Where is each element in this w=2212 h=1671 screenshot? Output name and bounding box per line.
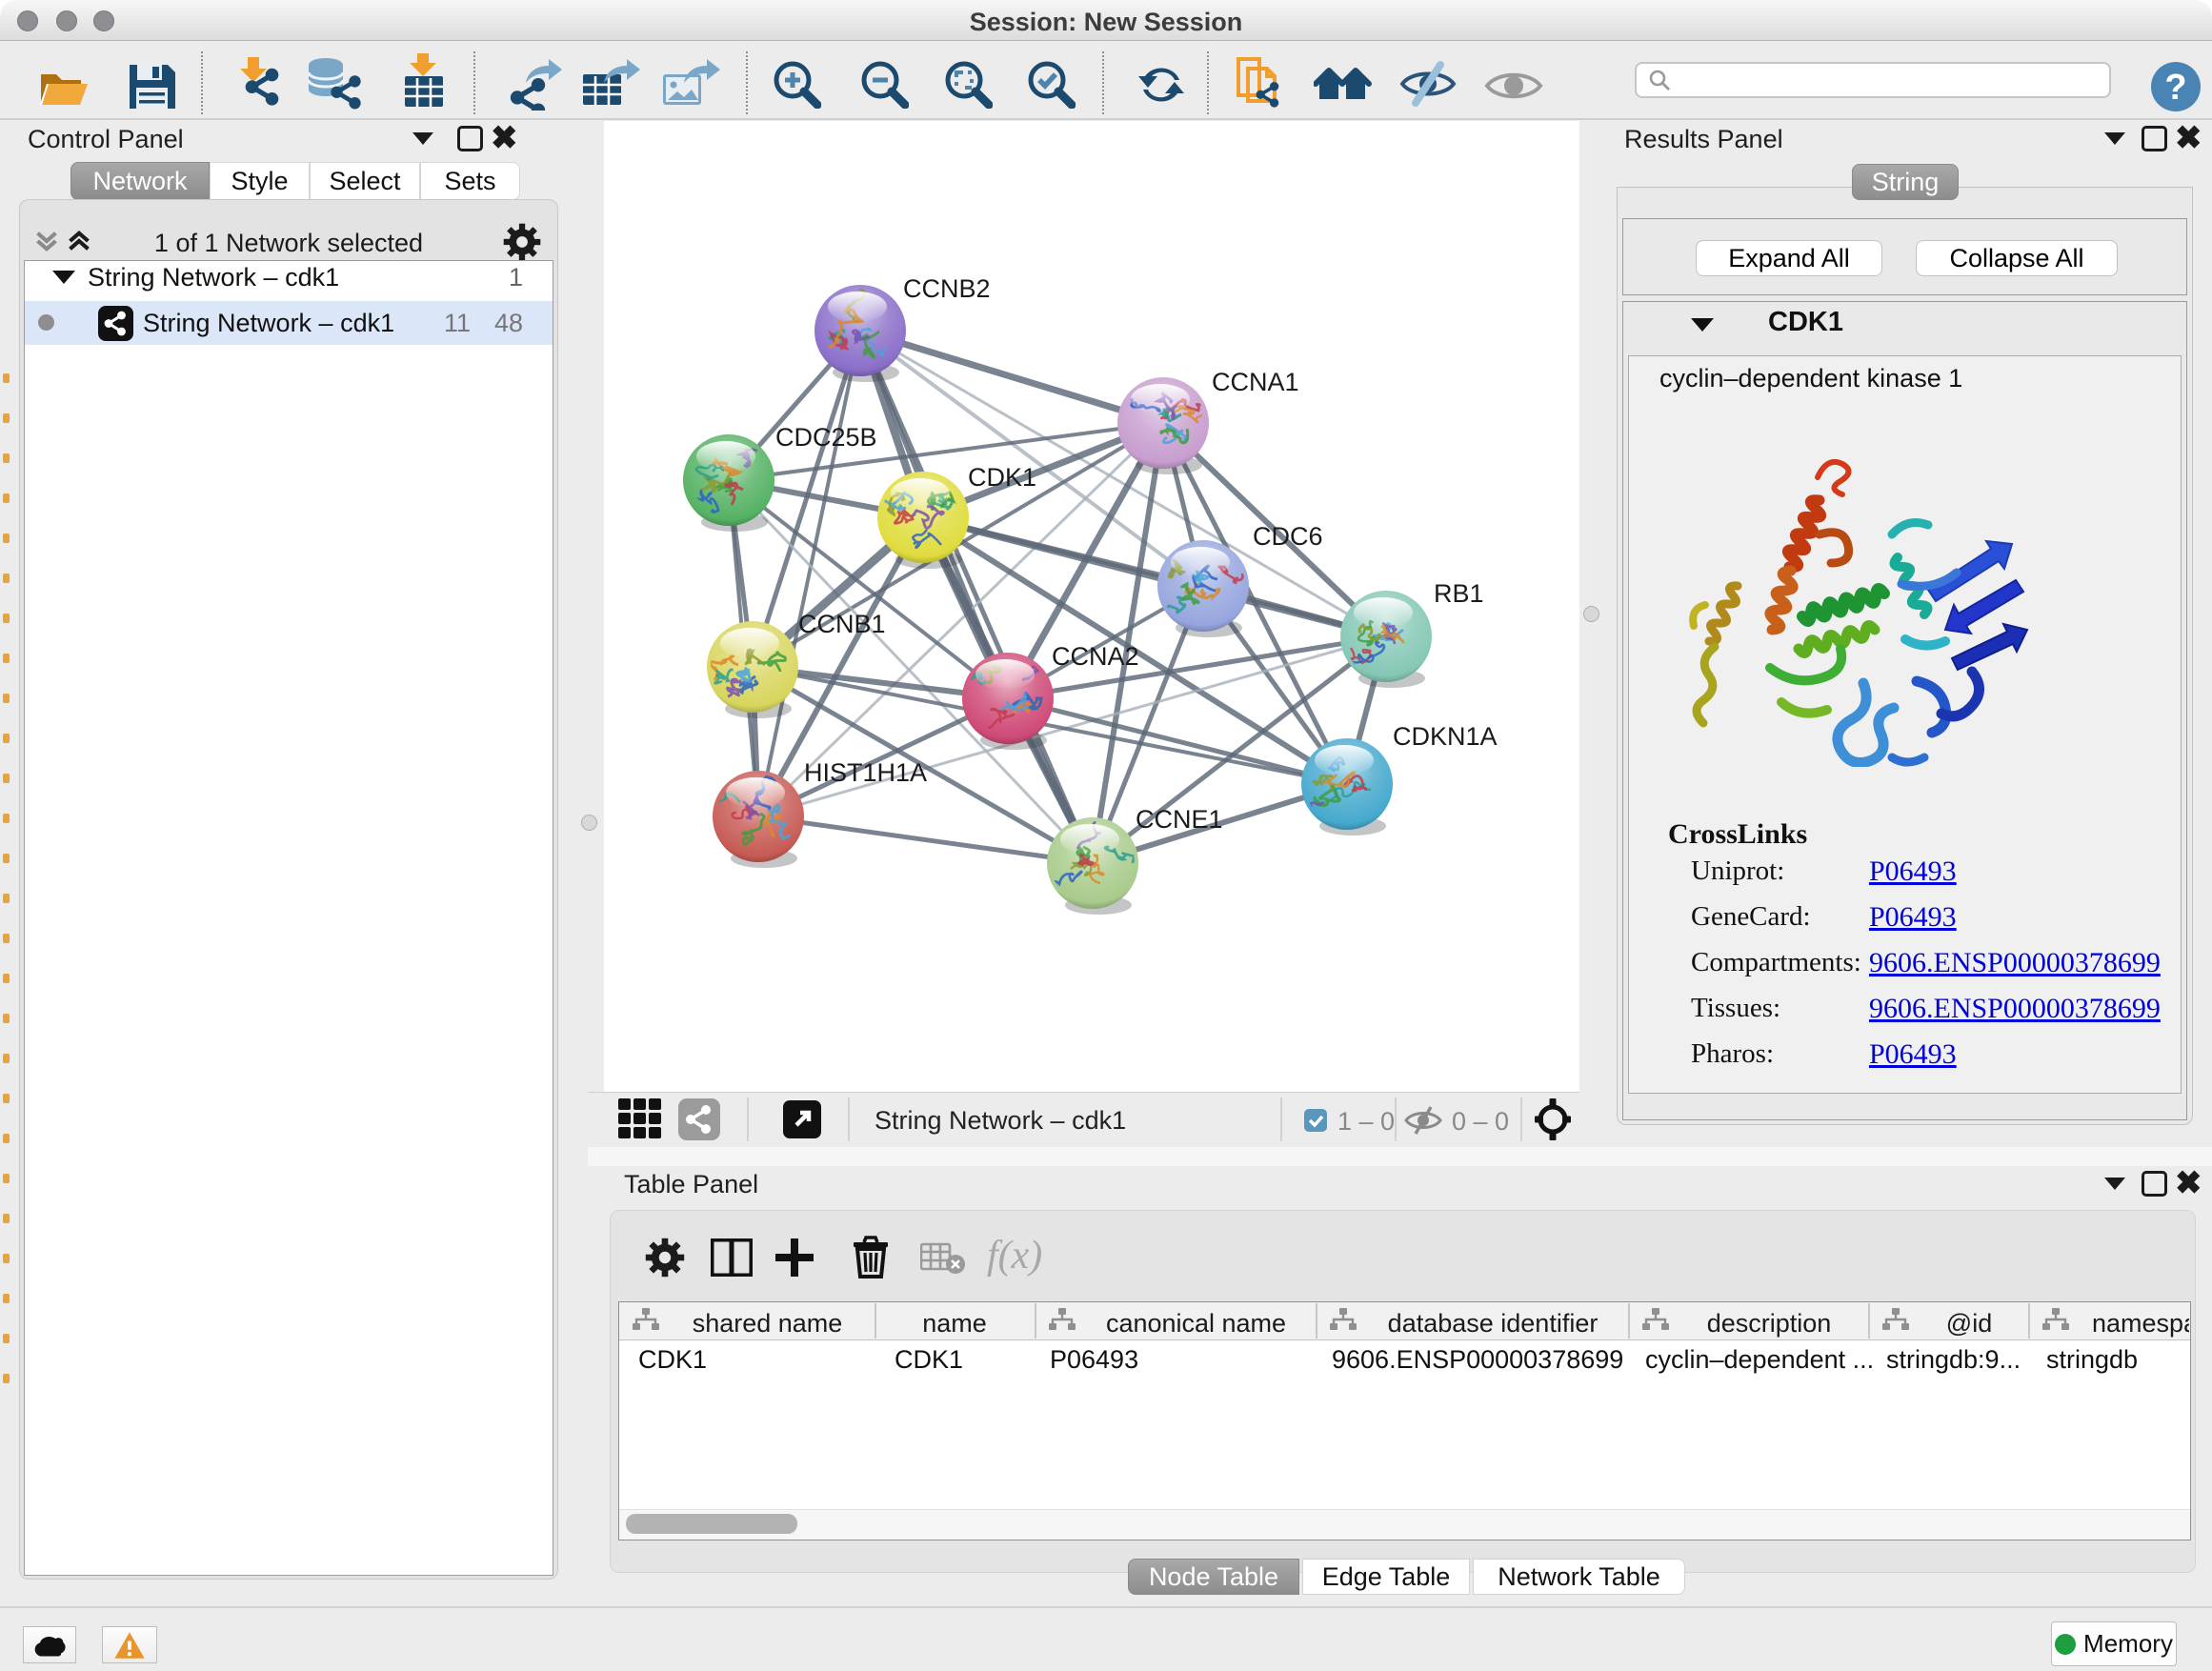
svg-text:CCNA2: CCNA2 xyxy=(1052,642,1139,671)
svg-text:HIST1H1A: HIST1H1A xyxy=(804,758,927,787)
svg-text:CDC6: CDC6 xyxy=(1253,522,1323,551)
svg-text:RB1: RB1 xyxy=(1434,579,1484,608)
svg-text:CDKN1A: CDKN1A xyxy=(1393,722,1498,751)
svg-text:CCNB2: CCNB2 xyxy=(903,274,991,303)
svg-text:CDC25B: CDC25B xyxy=(775,423,877,452)
svg-text:CCNB1: CCNB1 xyxy=(798,610,886,638)
svg-text:CCNE1: CCNE1 xyxy=(1136,805,1223,834)
svg-text:?: ? xyxy=(2164,68,2186,108)
svg-text:CCNA1: CCNA1 xyxy=(1212,368,1299,396)
svg-text:CDK1: CDK1 xyxy=(968,463,1036,492)
